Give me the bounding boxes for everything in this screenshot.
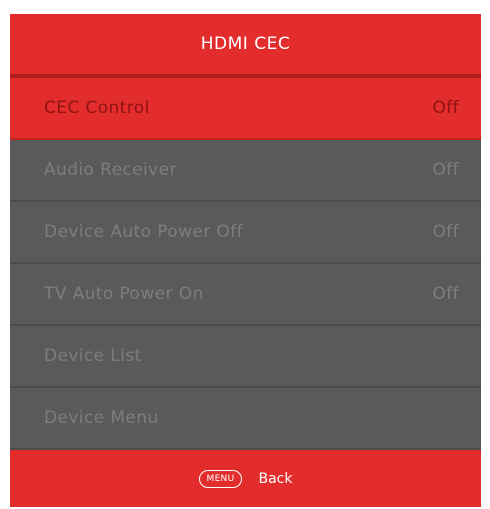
menu-item-audio-receiver[interactable]: Audio Receiver Off — [10, 140, 481, 202]
menu-button-icon[interactable]: MENU — [198, 469, 243, 488]
menu-item-label: TV Auto Power On — [44, 284, 204, 304]
menu-item-label: Device Auto Power Off — [44, 222, 243, 242]
back-label: Back — [258, 470, 293, 487]
hdmi-cec-menu-panel: HDMI CEC CEC Control Off Audio Receiver … — [10, 14, 481, 507]
menu-item-label: CEC Control — [44, 98, 150, 118]
menu-item-label: Device Menu — [44, 408, 159, 428]
menu-item-value: Off — [432, 98, 459, 118]
footer-bar: MENU Back — [10, 450, 481, 507]
menu-title-bar: HDMI CEC — [10, 14, 481, 74]
menu-item-tv-auto-power-on[interactable]: TV Auto Power On Off — [10, 264, 481, 326]
menu-item-label: Device List — [44, 346, 142, 366]
menu-item-value: Off — [432, 284, 459, 304]
menu-title: HDMI CEC — [200, 34, 291, 54]
menu-item-label: Audio Receiver — [44, 160, 177, 180]
menu-item-device-list[interactable]: Device List — [10, 326, 481, 388]
menu-item-device-auto-power-off[interactable]: Device Auto Power Off Off — [10, 202, 481, 264]
menu-item-value: Off — [432, 160, 459, 180]
menu-item-cec-control[interactable]: CEC Control Off — [10, 78, 481, 140]
menu-item-device-menu[interactable]: Device Menu — [10, 388, 481, 450]
menu-item-value: Off — [432, 222, 459, 242]
